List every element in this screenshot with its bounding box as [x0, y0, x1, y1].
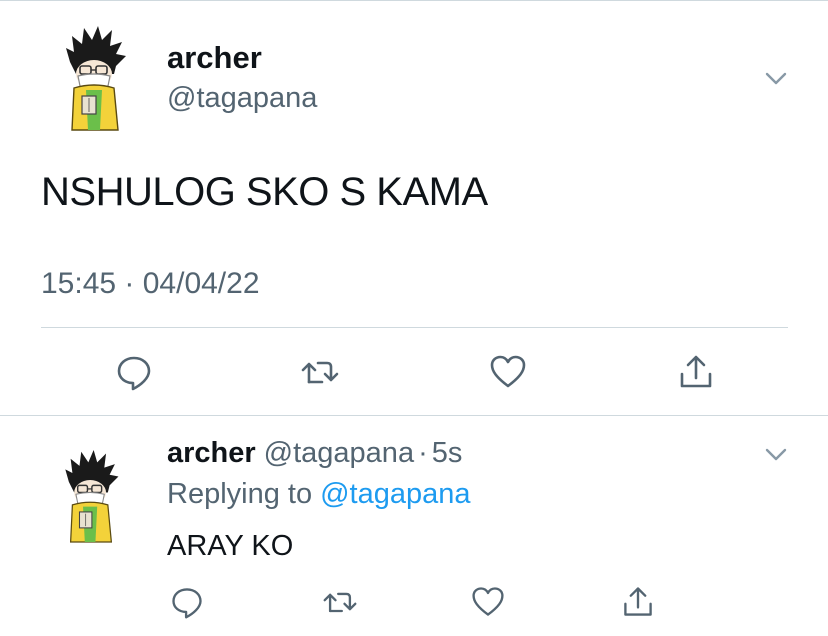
- divider: [41, 327, 788, 328]
- reply-icon: [117, 356, 151, 391]
- replying-to-label: Replying to: [167, 478, 313, 510]
- separator-dot: ·: [418, 437, 428, 469]
- heart-icon: [472, 587, 504, 616]
- retweet-button[interactable]: [318, 580, 362, 624]
- reply-time[interactable]: 5s: [432, 437, 463, 469]
- reply-author-name[interactable]: archer: [167, 437, 256, 469]
- replying-to-link[interactable]: @tagapana: [320, 478, 470, 510]
- avatar-image: [66, 26, 126, 131]
- author-name[interactable]: archer: [167, 40, 262, 76]
- chevron-down-icon[interactable]: [762, 440, 790, 468]
- tweet-timestamp[interactable]: 15:45 · 04/04/22: [41, 267, 260, 301]
- share-button[interactable]: [616, 580, 660, 624]
- heart-icon: [490, 355, 526, 388]
- like-button[interactable]: [466, 580, 510, 624]
- reply-author-handle[interactable]: @tagapana: [264, 437, 414, 469]
- share-icon: [624, 587, 652, 616]
- retweet-button[interactable]: [298, 350, 342, 394]
- reply-icon: [172, 588, 202, 619]
- share-icon: [680, 355, 712, 388]
- share-button[interactable]: [674, 350, 718, 394]
- reply-avatar[interactable]: [60, 440, 122, 552]
- reply-header: archer @tagapana · 5s: [167, 437, 462, 470]
- avatar[interactable]: [60, 22, 130, 134]
- retweet-icon: [301, 361, 339, 384]
- chevron-down-icon[interactable]: [762, 64, 790, 92]
- replying-to-line: Replying to @tagapana: [167, 478, 471, 511]
- avatar-image: [65, 449, 119, 543]
- author-handle[interactable]: @tagapana: [167, 82, 317, 115]
- retweet-icon: [323, 592, 357, 613]
- top-divider: [0, 0, 828, 1]
- like-button[interactable]: [486, 350, 530, 394]
- tweet-text: NSHULOG SKO S KAMA: [41, 170, 488, 214]
- reply-button[interactable]: [112, 350, 156, 394]
- reply-text: ARAY KO: [167, 530, 294, 562]
- reply-button[interactable]: [165, 580, 209, 624]
- tweet-divider: [0, 415, 828, 416]
